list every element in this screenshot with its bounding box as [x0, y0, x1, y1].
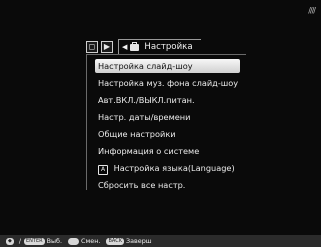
language-icon: A [98, 165, 108, 175]
screen: //// ◻ ▶ ◀ Настройка Настройка слайд-шоу… [0, 0, 321, 247]
change-label: Смен. [81, 237, 101, 245]
menu-item-label: Общие настройки [98, 129, 176, 139]
menu-item-label: Настройка языка(Language) [113, 163, 235, 173]
select-label: Выб. [46, 237, 63, 245]
menu-item-reset-all[interactable]: Сбросить все настр. [95, 178, 246, 192]
settings-menu: Настройка слайд-шоу Настройка муз. фона … [86, 54, 246, 190]
enter-key-icon: ENTER [24, 237, 45, 245]
menu-item-slideshow-music[interactable]: Настройка муз. фона слайд-шоу [95, 76, 246, 90]
tab-settings[interactable]: ◀ Настройка [118, 38, 201, 55]
menu-item-slideshow-settings[interactable]: Настройка слайд-шоу [95, 59, 240, 73]
menu-item-system-info[interactable]: Информация о системе [95, 144, 246, 158]
finish-label: Заверш [126, 237, 152, 245]
menu-item-auto-power[interactable]: Авт.ВКЛ./ВЫКЛ.питан. [95, 93, 246, 107]
menu-item-label: Настр. даты/времени [98, 112, 191, 122]
menu-item-language[interactable]: A Настройка языка(Language) [95, 161, 246, 175]
nav-key-icon: ◆ [6, 237, 14, 245]
menu-item-label: Настройка муз. фона слайд-шоу [98, 78, 239, 88]
signal-icon: //// [308, 6, 316, 15]
tab-settings-label: Настройка [144, 42, 193, 52]
menu-item-date-time[interactable]: Настр. даты/времени [95, 110, 246, 124]
menu-item-general-settings[interactable]: Общие настройки [95, 127, 246, 141]
toolbox-icon [130, 41, 140, 51]
left-arrow-icon: ◀ [122, 43, 128, 51]
change-key-icon [68, 237, 80, 245]
separator: / [18, 237, 22, 245]
tab-crop-icon[interactable]: ◻ [86, 40, 98, 53]
menu-item-label: Авт.ВКЛ./ВЫКЛ.питан. [98, 95, 195, 105]
menu-item-label: Информация о системе [98, 146, 200, 156]
menu-item-label: Настройка слайд-шоу [98, 61, 193, 71]
menu-item-label: Сбросить все настр. [98, 180, 186, 190]
tab-play-icon[interactable]: ▶ [101, 40, 113, 53]
tab-bar: ◻ ▶ ◀ Настройка [86, 38, 201, 55]
footer-hints: ◆ / ENTER Выб. Смен. BACK Заверш [0, 235, 321, 247]
back-key-icon: BACK [106, 237, 124, 245]
